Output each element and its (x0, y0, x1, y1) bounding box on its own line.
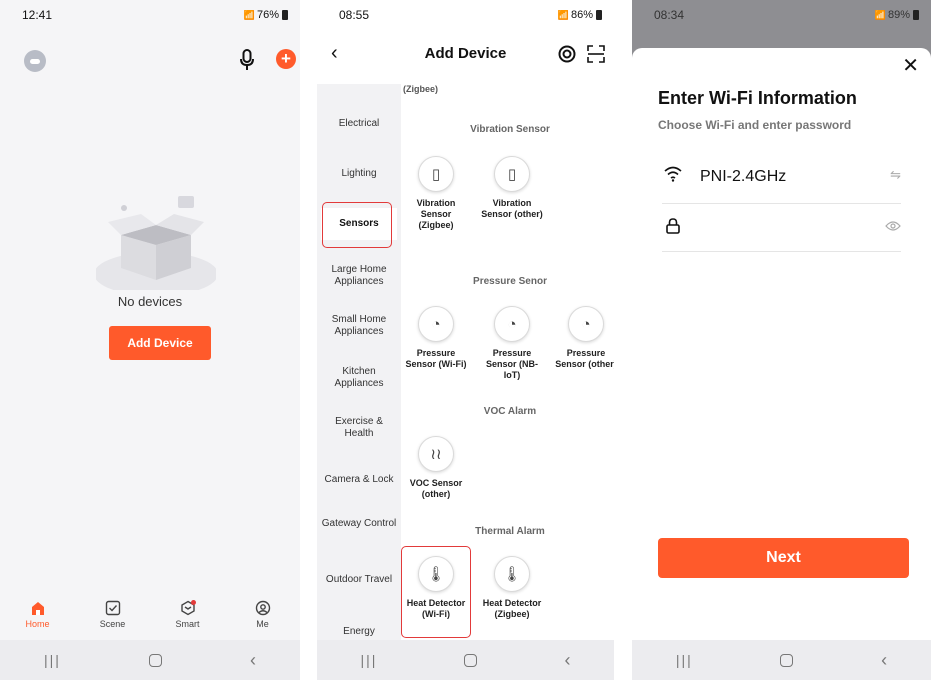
wifi-icon (664, 166, 682, 182)
signal-icon: 📶 (557, 9, 569, 20)
home-screen: 12:41 📶 76% + No devices Add Device Home… (0, 0, 300, 680)
add-plus-icon[interactable]: + (276, 49, 296, 69)
device-vibration-sensor-zigbee[interactable]: ▯ Vibration Sensor (Zigbee) (404, 156, 468, 231)
category-small-home-appliances[interactable]: Small Home Appliances (321, 314, 397, 338)
system-back-icon[interactable]: ‹ (881, 650, 887, 671)
wifi-modal-sheet: ✕ Enter Wi-Fi Information Choose Wi-Fi a… (632, 48, 931, 640)
battery-icon (913, 10, 919, 20)
tab-me[interactable]: Me (233, 600, 293, 640)
recents-icon[interactable]: ||| (44, 652, 61, 668)
profile-avatar-icon[interactable] (24, 50, 46, 72)
switch-network-icon[interactable]: ⇋ (890, 167, 901, 183)
bottom-tab-bar: Home Scene Smart Me (0, 594, 300, 640)
wifi-ssid: PNI-2.4GHz (700, 168, 787, 185)
status-bar: 08:34 📶 89% (632, 0, 931, 30)
wifi-network-selector[interactable]: PNI-2.4GHz ⇋ (662, 158, 901, 204)
battery-icon (282, 10, 288, 20)
category-exercise-health[interactable]: Exercise & Health (321, 416, 397, 440)
category-camera-lock[interactable]: Camera & Lock (321, 474, 397, 486)
eye-icon[interactable] (885, 220, 901, 232)
add-device-screen: 08:55 📶 86% ‹ Add Device Electrical Ligh… (317, 0, 614, 680)
system-nav-bar: ||| ‹ (632, 640, 931, 680)
vibration-icon: ▯ (494, 156, 530, 192)
header: ‹ Add Device (317, 36, 614, 72)
system-home-icon[interactable] (148, 653, 162, 667)
heat-detector-highlight-box (401, 546, 471, 638)
vibration-icon: ▯ (418, 156, 454, 192)
add-device-button[interactable]: Add Device (109, 326, 211, 360)
device-heat-detector-zigbee[interactable]: 🌡 Heat Detector (Zigbee) (480, 556, 544, 620)
status-time: 08:34 (654, 8, 685, 22)
device-vibration-sensor-other[interactable]: ▯ Vibration Sensor (other) (480, 156, 544, 220)
category-outdoor-travel[interactable]: Outdoor Travel (321, 574, 397, 586)
battery-level: 86% (570, 9, 593, 21)
next-button[interactable]: Next (658, 538, 909, 578)
wifi-setup-screen: 08:34 📶 89% ✕ Enter Wi-Fi Information Ch… (632, 0, 931, 680)
section-title: VOC Alarm (483, 406, 537, 417)
modal-title: Enter Wi-Fi Information (658, 88, 857, 108)
status-bar: 12:41 📶 76% (0, 0, 300, 30)
modal-subtitle: Choose Wi-Fi and enter password (658, 118, 852, 132)
category-gateway-control[interactable]: Gateway Control (321, 518, 397, 530)
sensors-highlight-box (322, 202, 392, 248)
category-electrical[interactable]: Electrical (321, 118, 397, 130)
home-icon (31, 602, 44, 615)
password-input[interactable] (696, 216, 856, 242)
lock-icon (666, 218, 680, 234)
close-icon[interactable]: ✕ (902, 56, 919, 76)
device-pressure-sensor-other[interactable]: ◔ Pressure Sensor (other) (554, 306, 614, 370)
device-voc-sensor-other[interactable]: ≀≀ VOC Sensor (other) (404, 436, 468, 500)
system-nav-bar: ||| ‹ (317, 640, 614, 680)
tab-scene[interactable]: Scene (83, 600, 143, 640)
battery-level: 89% (887, 9, 910, 21)
device-pressure-sensor-wifi[interactable]: ◔ Pressure Sensor (Wi-Fi) (404, 306, 468, 370)
system-back-icon[interactable]: ‹ (250, 650, 256, 671)
heat-waves-icon: ≀≀ (418, 436, 454, 472)
qr-scan-icon[interactable] (587, 45, 605, 63)
user-circle-icon (255, 600, 270, 616)
section-title: Pressure Senor (473, 276, 547, 287)
status-time: 12:41 (22, 8, 53, 22)
system-home-icon[interactable] (464, 653, 478, 667)
category-sidebar: Electrical Lighting Sensors Large Home A… (317, 84, 401, 640)
truncated-device-label: (Zigbee) (403, 84, 438, 94)
device-pressure-sensor-nb-iot[interactable]: ◔ Pressure Sensor (NB-IoT) (480, 306, 544, 381)
category-kitchen-appliances[interactable]: Kitchen Appliances (321, 366, 397, 390)
status-bar: 08:55 📶 86% (317, 0, 614, 30)
password-row (662, 206, 901, 252)
checkbox-icon (105, 600, 120, 616)
microphone-icon[interactable] (240, 49, 254, 71)
gauge-icon: ◔ (494, 306, 530, 342)
category-large-home-appliances[interactable]: Large Home Appliances (321, 264, 397, 288)
category-lighting[interactable]: Lighting (321, 168, 397, 180)
empty-box-illustration (96, 196, 216, 290)
recents-icon[interactable]: ||| (676, 652, 693, 668)
signal-icon: 📶 (243, 9, 255, 20)
battery-icon (596, 10, 602, 20)
recents-icon[interactable]: ||| (361, 652, 378, 668)
category-energy[interactable]: Energy (321, 626, 397, 638)
section-title: Thermal Alarm (475, 526, 545, 537)
tab-smart[interactable]: Smart (158, 600, 218, 640)
signal-icon: 📶 (874, 9, 886, 20)
section-title: Vibration Sensor (470, 124, 550, 135)
tab-home[interactable]: Home (8, 600, 68, 640)
status-time: 08:55 (339, 8, 370, 22)
gauge-icon: ◔ (418, 306, 454, 342)
cube-icon (180, 600, 196, 616)
battery-level: 76% (256, 9, 279, 21)
gauge-icon: ◔ (568, 306, 604, 342)
auto-scan-icon[interactable] (558, 45, 576, 63)
system-back-icon[interactable]: ‹ (564, 650, 570, 671)
system-home-icon[interactable] (780, 653, 794, 667)
thermometer-icon: 🌡 (494, 556, 530, 592)
system-nav-bar: ||| ‹ (0, 640, 300, 680)
empty-state-text: No devices (117, 294, 183, 309)
